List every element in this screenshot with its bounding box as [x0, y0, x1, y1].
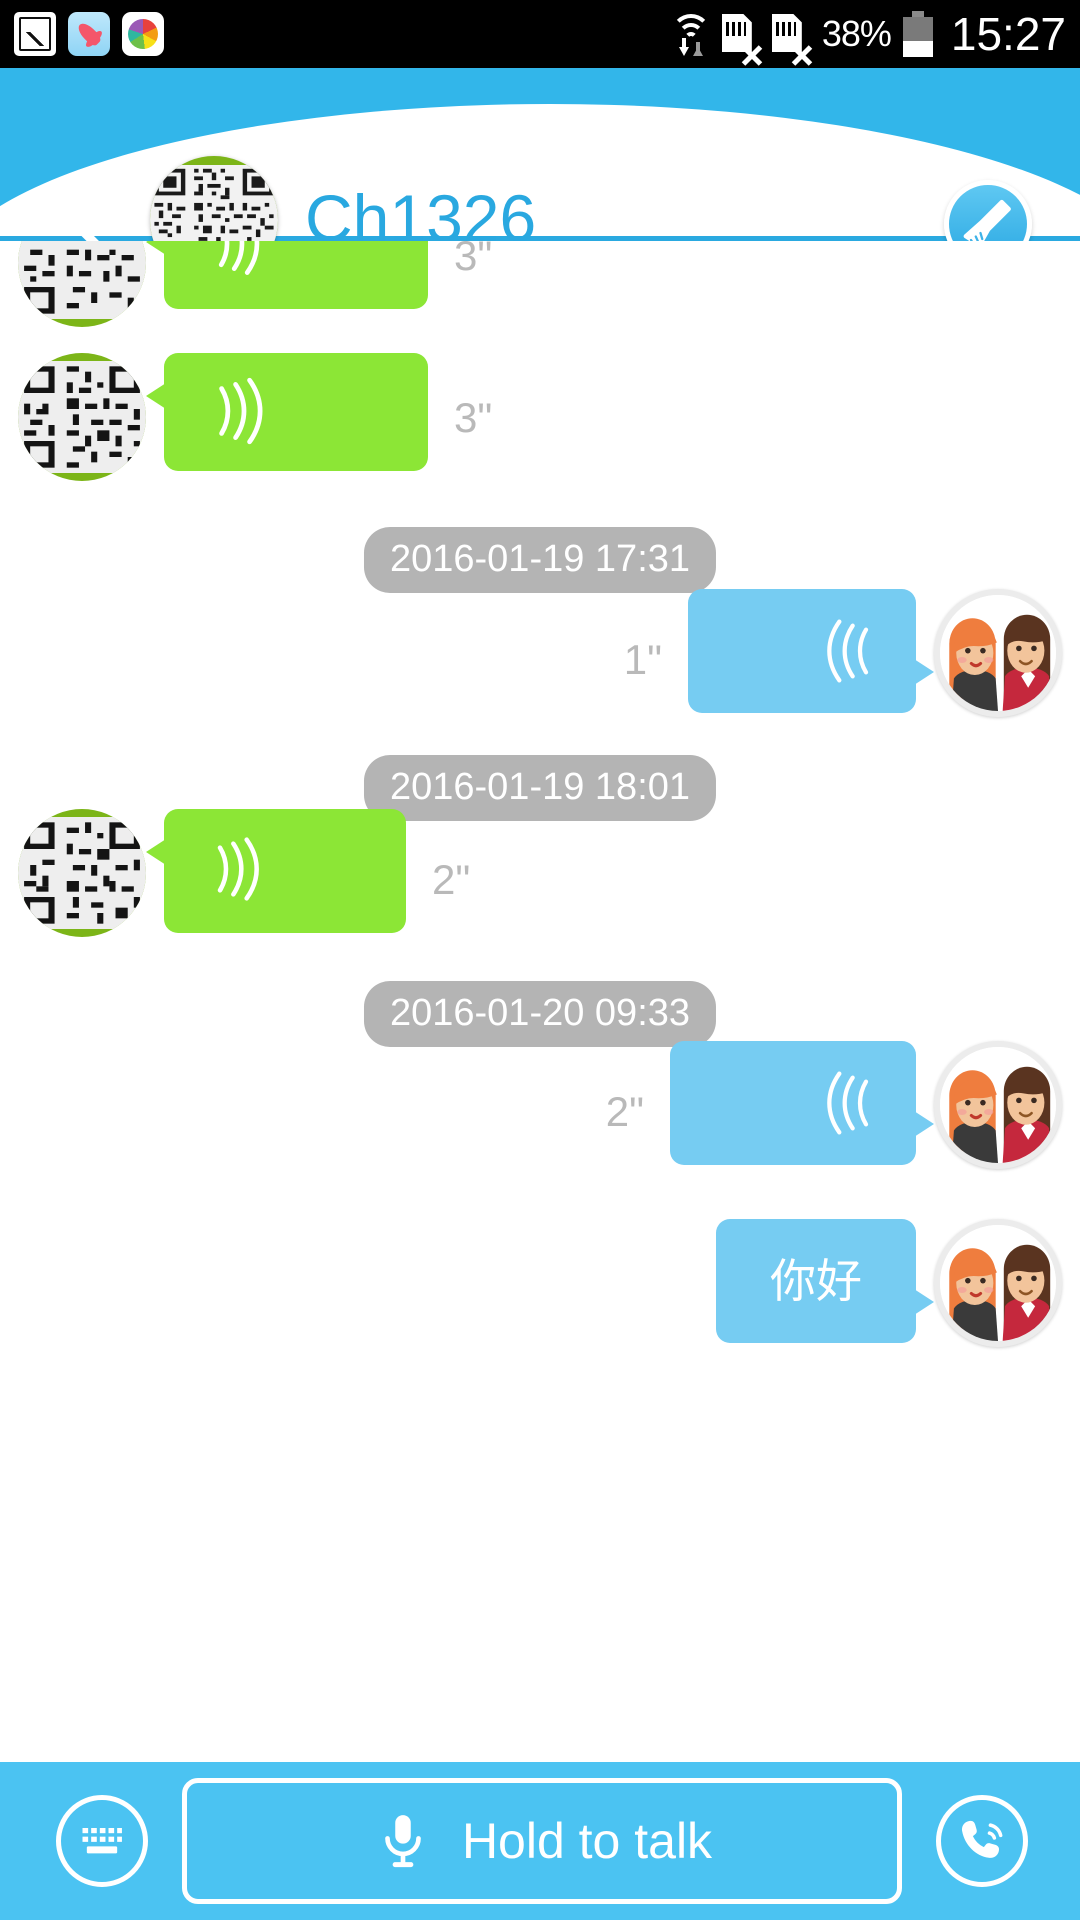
- status-bar-right-icons: 38% 15:27: [670, 7, 1066, 66]
- voice-message-bubble[interactable]: [146, 241, 428, 309]
- message-row[interactable]: 3": [18, 241, 492, 327]
- hold-to-talk-button[interactable]: Hold to talk: [182, 1778, 902, 1904]
- voice-message-bubble[interactable]: [670, 1041, 934, 1165]
- status-bar-left-icons: [14, 12, 164, 56]
- voice-wave-icon: [219, 377, 263, 445]
- sim-card-no-signal-icon: [771, 11, 813, 66]
- app-header: Ch1326: [0, 68, 1080, 241]
- text-message-bubble[interactable]: 你好: [716, 1219, 934, 1343]
- voice-message-bubble[interactable]: [146, 353, 428, 471]
- message-text: 你好: [770, 1255, 862, 1307]
- voice-wave-icon: [218, 241, 260, 275]
- qr-code-avatar[interactable]: [18, 241, 146, 327]
- message-list[interactable]: 3" 3" 2016-01-19 17:31 1" 2016-01-19 18:…: [0, 241, 1080, 1379]
- phone-call-icon[interactable]: [936, 1795, 1028, 1887]
- wifi-icon: [670, 12, 712, 56]
- voice-duration-label: 2": [432, 856, 471, 903]
- voice-message-bubble[interactable]: [688, 589, 934, 713]
- palette-icon: [122, 12, 164, 56]
- voice-wave-icon: [827, 1071, 869, 1135]
- microphone-icon: [385, 1815, 421, 1868]
- voice-message-bubble[interactable]: [146, 809, 406, 933]
- couple-avatar[interactable]: [934, 1041, 1062, 1169]
- couple-avatar[interactable]: [934, 1219, 1062, 1347]
- message-row[interactable]: 2": [606, 1041, 1062, 1169]
- keyboard-icon[interactable]: [56, 1795, 148, 1887]
- header-qr-code-avatar[interactable]: [150, 156, 278, 241]
- sim-card-no-signal-icon: [721, 11, 763, 66]
- page-title: Ch1326: [305, 181, 537, 241]
- hold-to-talk-label: Hold to talk: [461, 1813, 713, 1869]
- gallery-icon: [14, 12, 56, 56]
- qr-code-avatar[interactable]: [18, 809, 146, 937]
- voice-duration-label: 3": [454, 394, 493, 441]
- message-row[interactable]: 你好: [716, 1219, 1062, 1347]
- back-button[interactable]: [54, 176, 132, 241]
- message-row[interactable]: 1": [624, 589, 1062, 717]
- voice-wave-icon: [827, 619, 869, 683]
- timestamp-divider: 2016-01-20 09:33: [363, 981, 717, 1047]
- status-bar: 38% 15:27: [0, 0, 1080, 68]
- chat-screen: 38% 15:27 Ch1326 3" 3" 2016-01-19 17:31 …: [0, 0, 1080, 1920]
- voice-duration-label: 3": [454, 241, 493, 279]
- qr-code-avatar[interactable]: [18, 353, 146, 481]
- input-toolbar: Hold to talk: [0, 1762, 1080, 1920]
- status-bar-clock: 15:27: [950, 8, 1066, 60]
- voice-wave-icon: [217, 837, 259, 901]
- rocket-icon: [68, 12, 110, 56]
- battery-percent-label: 38%: [821, 13, 892, 54]
- voice-duration-label: 2": [605, 1088, 644, 1135]
- message-row[interactable]: 3": [18, 353, 492, 481]
- timestamp-divider: 2016-01-19 17:31: [363, 527, 717, 593]
- couple-avatar[interactable]: [934, 589, 1062, 717]
- battery-icon: [901, 11, 935, 57]
- message-row[interactable]: 2": [18, 809, 470, 937]
- voice-duration-label: 1": [623, 636, 662, 683]
